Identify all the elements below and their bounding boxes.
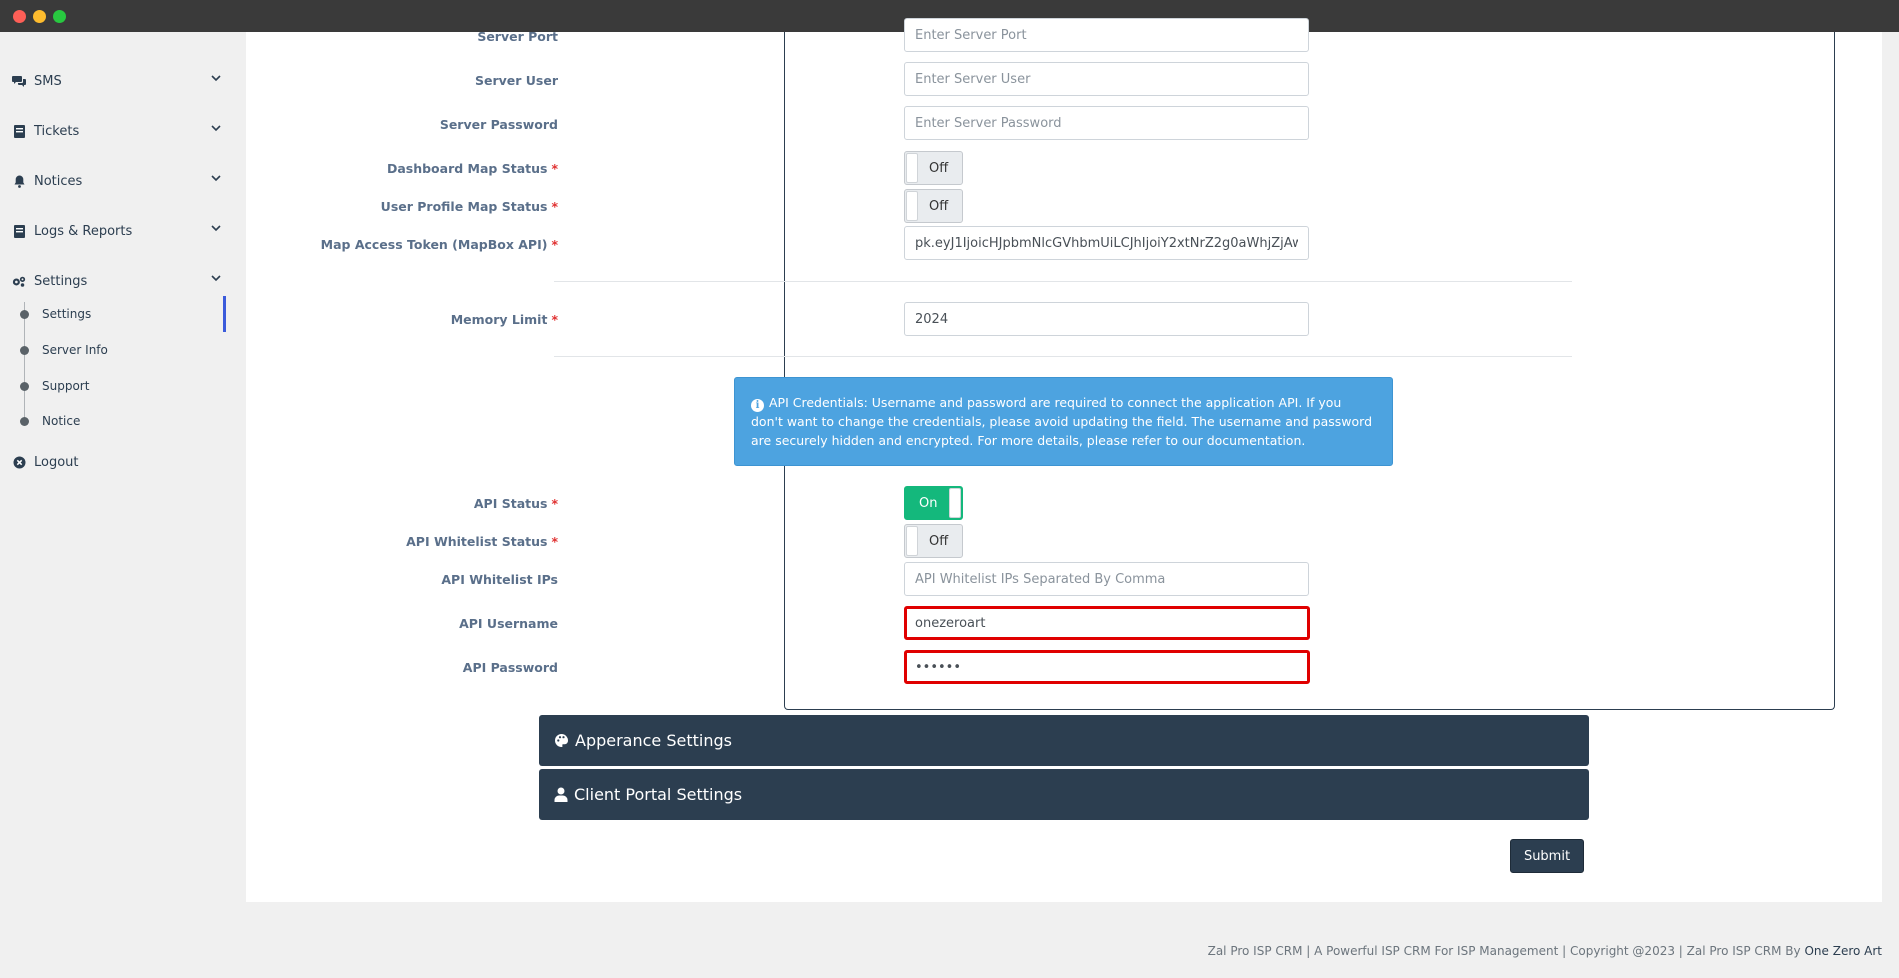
info-icon: i xyxy=(751,399,764,412)
submenu-item-server-info[interactable]: Server Info xyxy=(20,340,108,360)
api-password-label: API Password xyxy=(462,660,558,675)
sidebar-item-settings[interactable]: Settings xyxy=(12,269,222,293)
chevron-down-icon[interactable] xyxy=(210,72,222,88)
info-text: API Credentials: Username and password a… xyxy=(751,395,1373,448)
user-profile-map-status-toggle[interactable]: Off xyxy=(904,189,963,223)
submit-button[interactable]: Submit xyxy=(1510,839,1584,873)
sidebar-item-label: Notices xyxy=(34,173,83,189)
sidebar-item-label: Settings xyxy=(34,273,88,289)
server-user-input[interactable] xyxy=(904,62,1309,96)
api-whitelist-ips-input[interactable] xyxy=(904,562,1309,596)
chevron-down-icon[interactable] xyxy=(210,272,222,288)
sidebar-item-logs-reports[interactable]: Logs & Reports xyxy=(12,219,222,243)
client-portal-settings-accordion[interactable]: Client Portal Settings xyxy=(539,769,1589,820)
sidebar-item-label: Tickets xyxy=(34,123,80,139)
submenu-item-label: Support xyxy=(42,379,90,393)
book-icon xyxy=(12,124,26,138)
gears-icon xyxy=(12,274,26,288)
memory-limit-label: Memory Limit * xyxy=(450,312,558,327)
bullet-icon xyxy=(20,416,29,426)
server-port-label: Server Port xyxy=(477,29,558,44)
accordion-title: Client Portal Settings xyxy=(574,785,743,804)
api-whitelist-ips-label: API Whitelist IPs xyxy=(441,572,558,587)
toggle-knob xyxy=(906,153,918,183)
server-password-label: Server Password xyxy=(439,117,558,132)
dashboard-map-status-toggle[interactable]: Off xyxy=(904,151,963,185)
sidebar-item-label: Logs & Reports xyxy=(34,223,133,239)
submenu-item-label: Server Info xyxy=(42,343,108,357)
maximize-window-button[interactable] xyxy=(53,10,66,23)
submenu-item-notice[interactable]: Notice xyxy=(20,411,80,431)
section-divider xyxy=(554,281,1572,282)
submenu-item-label: Settings xyxy=(42,307,92,321)
book-icon xyxy=(12,224,26,238)
map-access-token-label: Map Access Token (MapBox API) * xyxy=(320,237,558,252)
sidebar-item-notices[interactable]: Notices xyxy=(12,169,222,193)
toggle-knob xyxy=(949,488,961,518)
close-circle-icon xyxy=(12,455,26,469)
chevron-down-icon[interactable] xyxy=(210,172,222,188)
bullet-icon xyxy=(20,309,29,319)
dashboard-map-status-label: Dashboard Map Status * xyxy=(386,161,558,176)
map-access-token-input[interactable] xyxy=(904,226,1309,260)
submenu-item-settings[interactable]: Settings xyxy=(20,304,91,324)
sidebar-item-sms[interactable]: SMS xyxy=(12,69,222,93)
section-divider xyxy=(554,356,1572,357)
active-nav-indicator xyxy=(223,296,226,332)
sidebar-item-tickets[interactable]: Tickets xyxy=(12,119,222,143)
footer-text: Zal Pro ISP CRM | A Powerful ISP CRM For… xyxy=(1207,944,1805,958)
close-window-button[interactable] xyxy=(13,10,26,23)
user-icon xyxy=(554,787,568,802)
chevron-down-icon[interactable] xyxy=(210,222,222,238)
bell-icon xyxy=(12,174,26,188)
sidebar: SMS Tickets Notices Logs & Reports Setti… xyxy=(0,32,246,978)
api-credentials-info-alert: i API Credentials: Username and password … xyxy=(734,377,1393,466)
chevron-down-icon[interactable] xyxy=(210,122,222,138)
submenu-item-support[interactable]: Support xyxy=(20,376,89,396)
memory-limit-input[interactable] xyxy=(904,302,1309,336)
api-username-label: API Username xyxy=(459,616,558,631)
api-status-label: API Status * xyxy=(473,496,558,511)
bullet-icon xyxy=(20,345,29,355)
server-password-input[interactable] xyxy=(904,106,1309,140)
user-profile-map-status-label: User Profile Map Status * xyxy=(380,199,558,214)
minimize-window-button[interactable] xyxy=(33,10,46,23)
api-status-toggle[interactable]: On xyxy=(904,486,963,520)
sidebar-item-label: SMS xyxy=(34,73,62,89)
palette-icon xyxy=(554,733,569,748)
server-user-label: Server User xyxy=(474,73,558,88)
api-whitelist-status-toggle[interactable]: Off xyxy=(904,524,963,558)
logout-label: Logout xyxy=(34,454,79,470)
appearance-settings-accordion[interactable]: Apperance Settings xyxy=(539,715,1589,766)
accordion-title: Apperance Settings xyxy=(575,731,732,750)
comments-icon xyxy=(12,74,26,88)
api-password-input[interactable] xyxy=(904,650,1310,684)
api-whitelist-status-label: API Whitelist Status * xyxy=(406,534,558,549)
api-username-input[interactable] xyxy=(904,606,1310,640)
server-port-input[interactable] xyxy=(904,18,1309,52)
toggle-knob xyxy=(906,191,918,221)
toggle-knob xyxy=(906,526,918,556)
footer-author-link[interactable]: One Zero Art xyxy=(1804,944,1882,958)
footer: Zal Pro ISP CRM | A Powerful ISP CRM For… xyxy=(1208,944,1882,958)
logout-link[interactable]: Logout xyxy=(12,450,222,474)
submenu-item-label: Notice xyxy=(42,414,81,428)
bullet-icon xyxy=(20,381,29,391)
